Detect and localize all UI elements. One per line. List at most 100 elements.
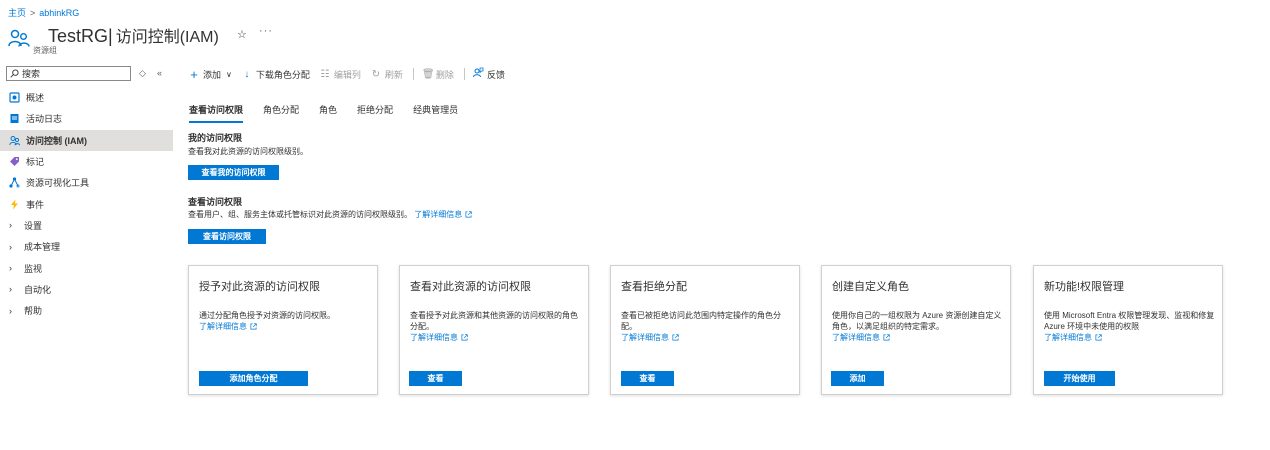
sidebar-item-label: 概述 (26, 93, 45, 104)
delete-label: 删除 (435, 69, 454, 80)
sidebar-item-label: 监视 (24, 263, 43, 274)
view-access-button[interactable]: 查看 (409, 371, 462, 386)
learn-more-link[interactable]: 了解详细信息 (1044, 332, 1102, 343)
my-access-title: 我的访问权限 (188, 133, 243, 143)
download-icon: ↓ (244, 68, 250, 80)
delete-button[interactable]: 🗑 删除 (422, 68, 464, 81)
refresh-icon: ↻ (371, 68, 381, 80)
expand-icon[interactable]: ◇ (139, 68, 146, 79)
sidebar-group-settings[interactable]: › 设置 (0, 215, 173, 236)
events-icon (9, 199, 20, 210)
tab-deny-assignments[interactable]: 拒绝分配 (357, 103, 393, 123)
learn-more-link[interactable]: 了解详细信息 (832, 332, 890, 343)
feedback-button[interactable]: 反馈 (472, 67, 515, 81)
more-options-button[interactable]: ··· (259, 25, 273, 37)
card-title: 查看对此资源的访问权限 (410, 281, 531, 293)
sidebar-item-label: 成本管理 (24, 242, 61, 253)
external-link-icon (1095, 334, 1102, 341)
check-access-title: 查看访问权限 (188, 197, 243, 207)
sidebar-item-events[interactable]: 事件 (0, 193, 173, 214)
view-deny-assignments-button[interactable]: 查看 (621, 371, 674, 386)
card-description-block: 使用 Microsoft Entra 权限管理发现、监视和修复 Azure 环境… (1044, 310, 1216, 343)
breadcrumb-resource-group-link[interactable]: abhinkRG (39, 8, 79, 18)
breadcrumb-separator: > (30, 7, 36, 18)
chevron-right-icon: › (9, 220, 12, 231)
my-access-description: 查看我对此资源的访问权限级别。 (188, 147, 308, 156)
check-access-description-row: 查看用户、组、服务主体或托管标识对此资源的访问权限级别。 了解详细信息 (188, 209, 472, 220)
tab-role-assignments[interactable]: 角色分配 (263, 103, 299, 123)
tab-check-access[interactable]: 查看访问权限 (189, 103, 244, 123)
learn-more-link[interactable]: 了解详细信息 (199, 321, 257, 332)
chevron-right-icon: › (9, 263, 12, 274)
overview-icon (9, 92, 20, 103)
card-description: 查看已被拒绝访问此范围内特定操作的角色分配。 (621, 311, 781, 331)
toolbar-divider (463, 68, 465, 80)
tab-roles[interactable]: 角色 (319, 103, 337, 123)
sidebar-group-monitoring[interactable]: › 监视 (0, 257, 173, 278)
trash-icon: 🗑 (421, 68, 435, 80)
card-description: 使用 Microsoft Entra 权限管理发现、监视和修复 Azure 环境… (1044, 311, 1215, 331)
external-link-icon (465, 211, 472, 218)
download-role-assignments-button[interactable]: ↓ 下载角色分配 (242, 68, 320, 81)
card-description: 查看授予对此资源和其他资源的访问权限的角色分配。 (410, 311, 578, 331)
add-role-assignment-button[interactable]: 添加角色分配 (199, 371, 308, 386)
sidebar: 概述 活动日志 访问控制 (IAM) 标记 资源可视化工具 事件 › 设置 › (0, 87, 173, 321)
card-title: 查看拒绝分配 (621, 281, 687, 293)
sidebar-item-label: 事件 (26, 199, 45, 210)
sidebar-item-resource-visualizer[interactable]: 资源可视化工具 (0, 172, 173, 193)
card-title: 新功能!权限管理 (1044, 281, 1125, 293)
sidebar-item-label: 标记 (26, 157, 45, 168)
sidebar-search-input[interactable]: 搜索 (6, 66, 131, 81)
add-button[interactable]: + 添加 ∨ (189, 67, 242, 82)
get-started-button[interactable]: 开始使用 (1044, 371, 1115, 386)
card-description: 通过分配角色授予对资源的访问权限。 (199, 311, 335, 320)
tab-classic-administrators[interactable]: 经典管理员 (413, 103, 458, 123)
card-description: 使用你自己的一组权限为 Azure 资源创建自定义角色，以满足组织的特定需求。 (832, 311, 1002, 331)
sidebar-item-label: 资源可视化工具 (26, 178, 90, 189)
favorite-star-icon[interactable]: ☆ (237, 28, 247, 41)
download-label: 下载角色分配 (255, 69, 310, 80)
chevron-down-icon: ∨ (226, 69, 232, 79)
edit-columns-button[interactable]: ☷ 编辑列 (320, 68, 371, 81)
sidebar-item-iam[interactable]: 访问控制 (IAM) (0, 129, 173, 151)
resource-type-label: 资源组 (33, 46, 57, 55)
activity-log-icon (9, 113, 20, 124)
external-link-icon (461, 334, 468, 341)
card-description-block: 查看授予对此资源和其他资源的访问权限的角色分配。 了解详细信息 (410, 310, 582, 343)
sidebar-item-label: 设置 (24, 220, 43, 231)
add-custom-role-button[interactable]: 添加 (831, 371, 884, 386)
plus-icon: + (190, 66, 198, 82)
iam-icon (9, 135, 20, 146)
external-link-icon (883, 334, 890, 341)
external-link-icon (250, 323, 257, 330)
card-description-block: 通过分配角色授予对资源的访问权限。 了解详细信息 (199, 310, 371, 332)
sidebar-item-overview[interactable]: 概述 (0, 87, 173, 108)
learn-more-link[interactable]: 了解详细信息 (621, 332, 679, 343)
refresh-button[interactable]: ↻ 刷新 (371, 68, 413, 81)
card-description-block: 使用你自己的一组权限为 Azure 资源创建自定义角色，以满足组织的特定需求。 … (832, 310, 1004, 343)
sidebar-group-cost-management[interactable]: › 成本管理 (0, 236, 173, 257)
chevron-right-icon: › (9, 305, 12, 316)
view-deny-assignments-card: 查看拒绝分配 查看已被拒绝访问此范围内特定操作的角色分配。 了解详细信息 查看 (610, 265, 800, 395)
learn-more-link[interactable]: 了解详细信息 (410, 332, 468, 343)
refresh-label: 刷新 (384, 69, 403, 80)
sidebar-item-tags[interactable]: 标记 (0, 151, 173, 172)
resource-name: TestRG (48, 26, 109, 46)
sidebar-item-label: 自动化 (24, 284, 52, 295)
collapse-sidebar-icon[interactable]: « (157, 68, 162, 78)
sidebar-group-help[interactable]: › 帮助 (0, 300, 173, 321)
view-my-access-button[interactable]: 查看我的访问权限 (188, 165, 279, 180)
visualizer-icon (9, 177, 20, 188)
check-access-button[interactable]: 查看访问权限 (188, 229, 266, 244)
iam-people-icon (8, 29, 30, 47)
card-description-block: 查看已被拒绝访问此范围内特定操作的角色分配。 了解详细信息 (621, 310, 793, 343)
title-separator: | (108, 26, 113, 46)
external-link-icon (672, 334, 679, 341)
search-icon (10, 69, 19, 78)
sidebar-group-automation[interactable]: › 自动化 (0, 279, 173, 300)
learn-more-link[interactable]: 了解详细信息 (414, 210, 472, 219)
page-title: TestRG | 访问控制(IAM) (48, 23, 219, 47)
card-title: 授予对此资源的访问权限 (199, 281, 320, 293)
breadcrumb-home-link[interactable]: 主页 (8, 6, 26, 19)
sidebar-item-activity-log[interactable]: 活动日志 (0, 108, 173, 129)
